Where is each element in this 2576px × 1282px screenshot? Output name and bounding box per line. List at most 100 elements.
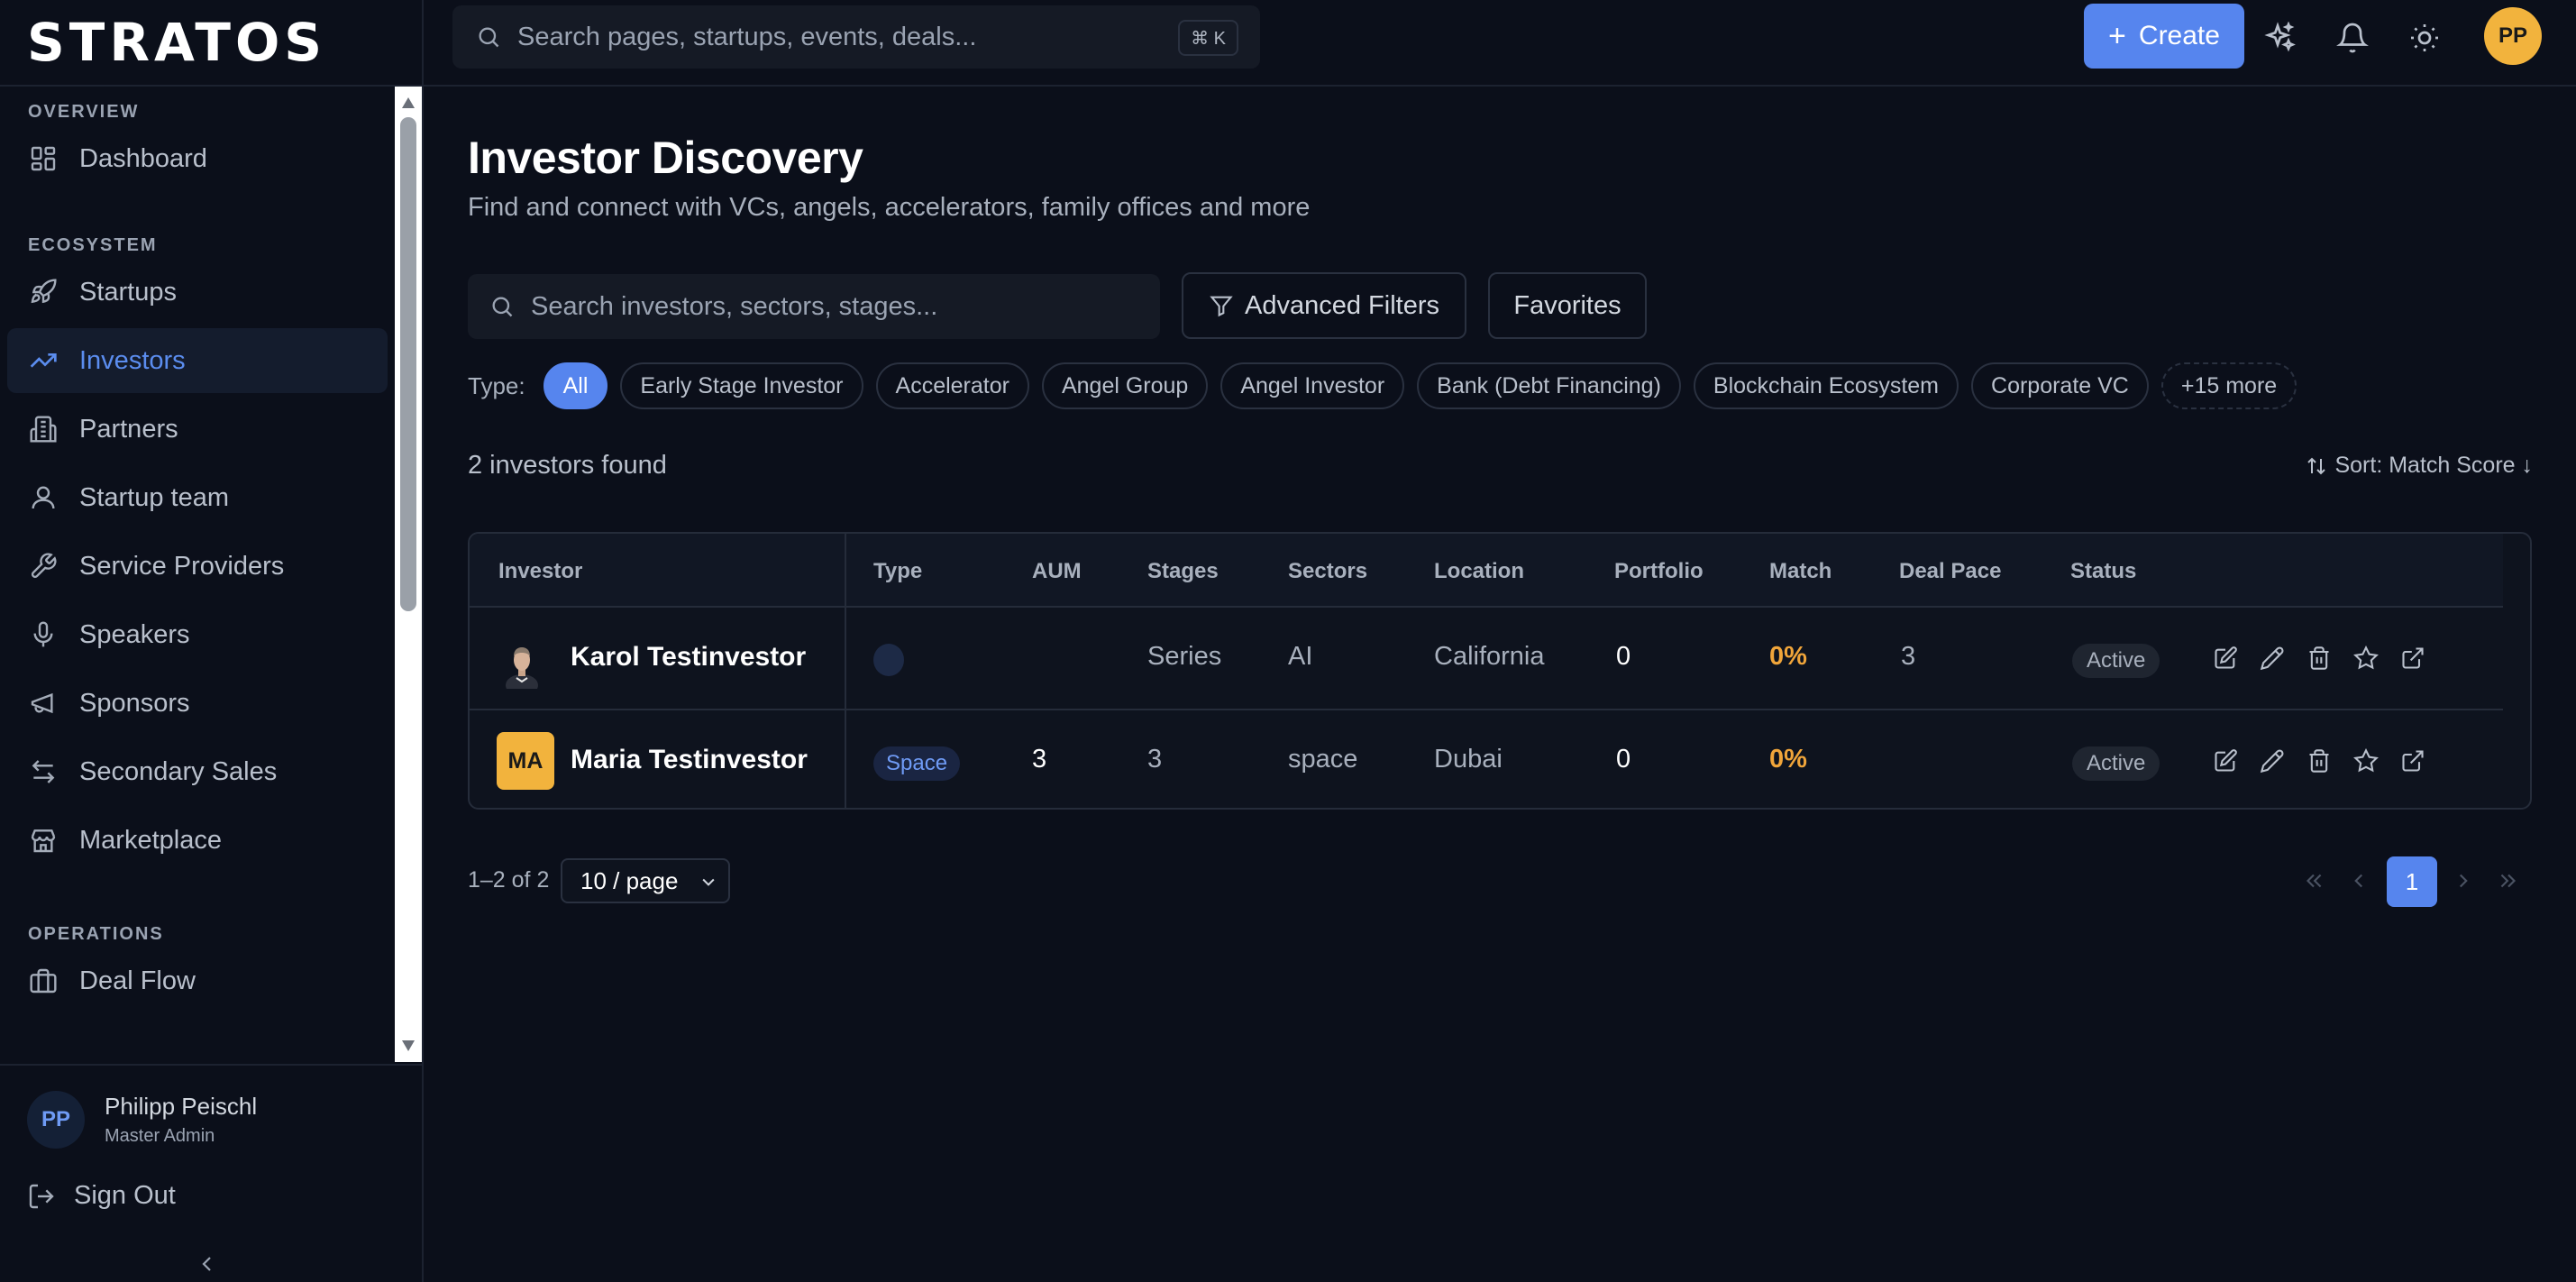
next-page-icon[interactable] (2452, 869, 2475, 893)
star-icon[interactable] (2353, 646, 2379, 671)
column-header-aum[interactable]: AUM (1032, 559, 1082, 584)
store-icon (29, 826, 58, 855)
create-button[interactable]: + Create (2084, 4, 2244, 69)
sidebar-item-startups[interactable]: Startups (7, 260, 388, 325)
type-chip-blockchain-ecosystem[interactable]: Blockchain Ecosystem (1693, 362, 1959, 409)
sidebar-item-deal-flow[interactable]: Deal Flow (7, 948, 388, 1013)
table-row[interactable]: MA Maria Testinvestor Space 3 3 space Du… (470, 710, 2503, 808)
pagination-range: 1–2 of 2 (468, 867, 550, 893)
avatar[interactable]: PP (2484, 7, 2542, 65)
favorites-button[interactable]: Favorites (1488, 272, 1647, 339)
table-row[interactable]: Karol Testinvestor Series AI California … (470, 608, 2503, 710)
create-label: Create (2138, 21, 2220, 50)
column-header-type[interactable]: Type (873, 559, 922, 584)
investor-search[interactable] (468, 274, 1160, 339)
sidebar: STRATOS OVERVIEW Dashboard ECOSYSTEM Sta… (0, 0, 424, 1282)
sidebar-scrollbar[interactable] (395, 87, 422, 1062)
location-cell: Dubai (1434, 745, 1503, 774)
sidebar-item-investors[interactable]: Investors (7, 328, 388, 393)
sidebar-item-partners[interactable]: Partners (7, 397, 388, 462)
filter-icon (1209, 293, 1234, 318)
page-title: Investor Discovery (468, 133, 863, 183)
trash-icon[interactable] (2307, 748, 2332, 774)
microphone-icon (29, 620, 58, 649)
type-chip-corporate-vc[interactable]: Corporate VC (1971, 362, 2149, 409)
page-size-value: 10 / page (580, 866, 679, 894)
sidebar-item-secondary-sales[interactable]: Secondary Sales (7, 739, 388, 804)
sidebar-item-sponsors[interactable]: Sponsors (7, 671, 388, 736)
column-header-investor[interactable]: Investor (498, 559, 582, 584)
page-button-current[interactable]: 1 (2387, 856, 2437, 907)
type-chip-more[interactable]: +15 more (2160, 362, 2297, 409)
sidebar-item-marketplace[interactable]: Marketplace (7, 808, 388, 873)
global-search-input[interactable] (517, 22, 1184, 52)
match-cell: 0% (1769, 642, 1807, 671)
type-chip-accelerator[interactable]: Accelerator (875, 362, 1029, 409)
user-profile[interactable]: PP Philipp Peischl Master Admin (0, 1066, 424, 1149)
investor-name[interactable]: Maria Testinvestor (571, 745, 808, 775)
sparkles-icon[interactable] (2264, 22, 2297, 54)
investor-search-input[interactable] (531, 291, 1144, 322)
plus-icon: + (2108, 18, 2126, 53)
avatar: PP (27, 1091, 85, 1149)
edit-note-icon[interactable] (2213, 748, 2238, 774)
chevron-down-icon (699, 873, 717, 891)
sidebar-item-label: Startup team (79, 482, 230, 512)
sidebar-item-dashboard[interactable]: Dashboard (7, 126, 388, 191)
sidebar-item-startup-team[interactable]: Startup team (7, 465, 388, 530)
sidebar-item-label: Investors (79, 345, 186, 375)
investor-name[interactable]: Karol Testinvestor (571, 642, 806, 673)
collapse-sidebar-chevron-left-icon[interactable] (196, 1253, 218, 1275)
sticky-column-divider (845, 534, 846, 808)
previous-page-icon[interactable] (2347, 869, 2370, 893)
type-chip-angel-investor[interactable]: Angel Investor (1220, 362, 1405, 409)
edit-note-icon[interactable] (2213, 646, 2238, 671)
external-link-icon[interactable] (2400, 646, 2425, 671)
external-link-icon[interactable] (2400, 748, 2425, 774)
pencil-icon[interactable] (2260, 748, 2285, 774)
sort-button[interactable]: Sort: Match Score ↓ (2306, 453, 2533, 479)
column-header-stages[interactable]: Stages (1147, 559, 1219, 584)
log-out-icon (27, 1182, 56, 1211)
sign-out-button[interactable]: Sign Out (0, 1149, 424, 1211)
scroll-up-arrow-icon[interactable] (402, 97, 415, 108)
pencil-icon[interactable] (2260, 646, 2285, 671)
type-chip-bank-debt-financing[interactable]: Bank (Debt Financing) (1417, 362, 1681, 409)
scrollbar-thumb[interactable] (400, 117, 416, 611)
type-chip-angel-group[interactable]: Angel Group (1041, 362, 1209, 409)
advanced-filters-label: Advanced Filters (1245, 290, 1439, 320)
global-search[interactable]: ⌘ K (452, 5, 1260, 69)
last-page-icon[interactable] (2497, 869, 2520, 893)
sidebar-item-service-providers[interactable]: Service Providers (7, 534, 388, 599)
first-page-icon[interactable] (2302, 869, 2325, 893)
sign-out-label: Sign Out (74, 1181, 176, 1210)
sidebar-nav: OVERVIEW Dashboard ECOSYSTEM Startups In… (0, 87, 395, 1062)
bell-icon[interactable] (2336, 22, 2369, 54)
stages-cell: 3 (1147, 745, 1163, 774)
stratos-logo[interactable]: STRATOS (27, 12, 326, 73)
column-header-sectors[interactable]: Sectors (1288, 559, 1367, 584)
column-header-deal-pace[interactable]: Deal Pace (1899, 559, 2001, 584)
briefcase-icon (29, 966, 58, 995)
sidebar-item-speakers[interactable]: Speakers (7, 602, 388, 667)
logo-area: STRATOS (0, 0, 422, 87)
star-icon[interactable] (2353, 748, 2379, 774)
keyboard-shortcut: ⌘ K (1178, 20, 1238, 56)
column-header-location[interactable]: Location (1434, 559, 1524, 584)
column-header-match[interactable]: Match (1769, 559, 1832, 584)
location-cell: California (1434, 642, 1545, 671)
trash-icon[interactable] (2307, 646, 2332, 671)
scroll-down-arrow-icon[interactable] (402, 1040, 415, 1051)
column-header-portfolio[interactable]: Portfolio (1614, 559, 1704, 584)
user-role: Master Admin (105, 1126, 215, 1146)
trending-up-icon (29, 346, 58, 375)
section-label-ecosystem: ECOSYSTEM (28, 235, 158, 255)
page-size-select[interactable]: 10 / page (561, 858, 730, 903)
type-chip-early-stage-investor[interactable]: Early Stage Investor (620, 362, 863, 409)
sun-icon[interactable] (2408, 22, 2441, 54)
column-header-status[interactable]: Status (2070, 559, 2136, 584)
advanced-filters-button[interactable]: Advanced Filters (1182, 272, 1466, 339)
type-chip-all[interactable]: All (543, 362, 608, 409)
sectors-cell: AI (1288, 642, 1313, 671)
stages-cell: Series (1147, 642, 1222, 671)
